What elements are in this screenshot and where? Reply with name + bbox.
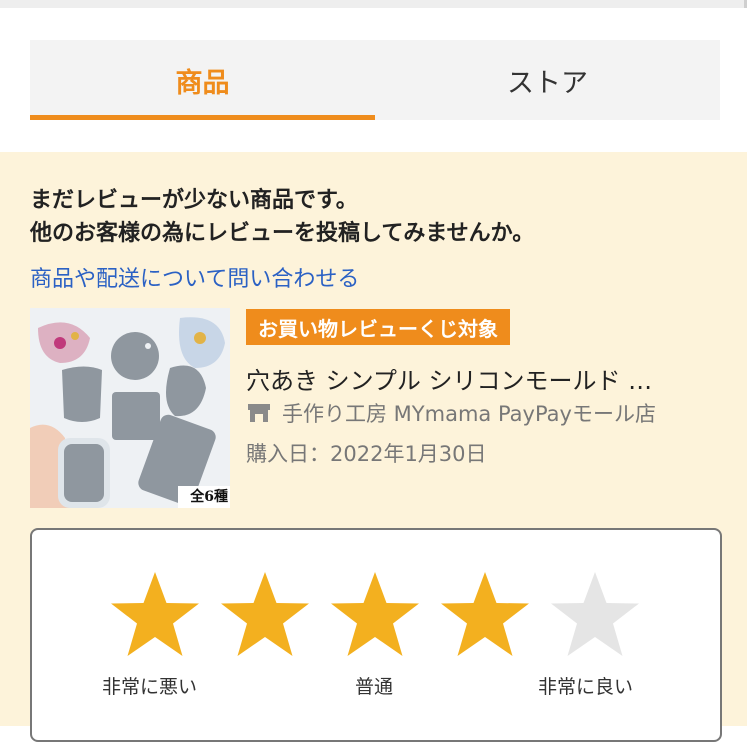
rating-label-low: 非常に悪い	[102, 676, 198, 698]
product-image-illustration	[30, 308, 230, 508]
contact-link[interactable]: 商品や配送について問い合わせる	[30, 261, 359, 293]
product-image[interactable]: 全6種	[30, 308, 230, 508]
rating-star-2-icon[interactable]	[217, 568, 313, 664]
rating-label-mid: 普通	[355, 676, 394, 698]
store-icon	[246, 400, 272, 426]
tab-bar: 商品 ストア	[30, 40, 720, 120]
rating-star-1-icon[interactable]	[107, 568, 203, 664]
rating-box: 非常に悪い 普通 非常に良い	[30, 528, 722, 742]
purchase-date: 購入日：2022年1月30日	[246, 442, 487, 466]
active-tab-indicator	[30, 115, 375, 120]
product-title[interactable]: 穴あき シンプル シリコンモールド …	[246, 361, 716, 396]
store-name: 手作り工房 MYmama PayPayモール店	[282, 402, 656, 426]
rating-star-3-icon[interactable]	[327, 568, 423, 664]
tab-store-label: ストア	[507, 67, 588, 99]
rating-label-high: 非常に良い	[538, 676, 634, 698]
notice-line-2: 他のお客様の為にレビューを投稿してみませんか。	[30, 221, 535, 246]
rating-star-5-icon[interactable]	[547, 568, 643, 664]
top-scroll-edge	[0, 0, 747, 8]
tab-store[interactable]: ストア	[375, 40, 720, 120]
image-caption: 全6種	[190, 489, 228, 505]
notice-line-1: まだレビューが少ない商品です。	[30, 188, 358, 213]
review-notice: まだレビューが少ない商品です。 他のお客様の為にレビューを投稿してみませんか。	[30, 184, 534, 250]
review-panel: まだレビューが少ない商品です。 他のお客様の為にレビューを投稿してみませんか。 …	[0, 152, 747, 742]
rating-star-4-icon[interactable]	[437, 568, 533, 664]
badge-label: お買い物レビューくじ対象	[258, 316, 498, 341]
store-row[interactable]: 手作り工房 MYmama PayPayモール店	[246, 398, 656, 428]
review-lottery-badge: お買い物レビューくじ対象	[246, 309, 510, 345]
tab-products[interactable]: 商品	[30, 40, 375, 120]
tab-products-label: 商品	[175, 67, 230, 99]
